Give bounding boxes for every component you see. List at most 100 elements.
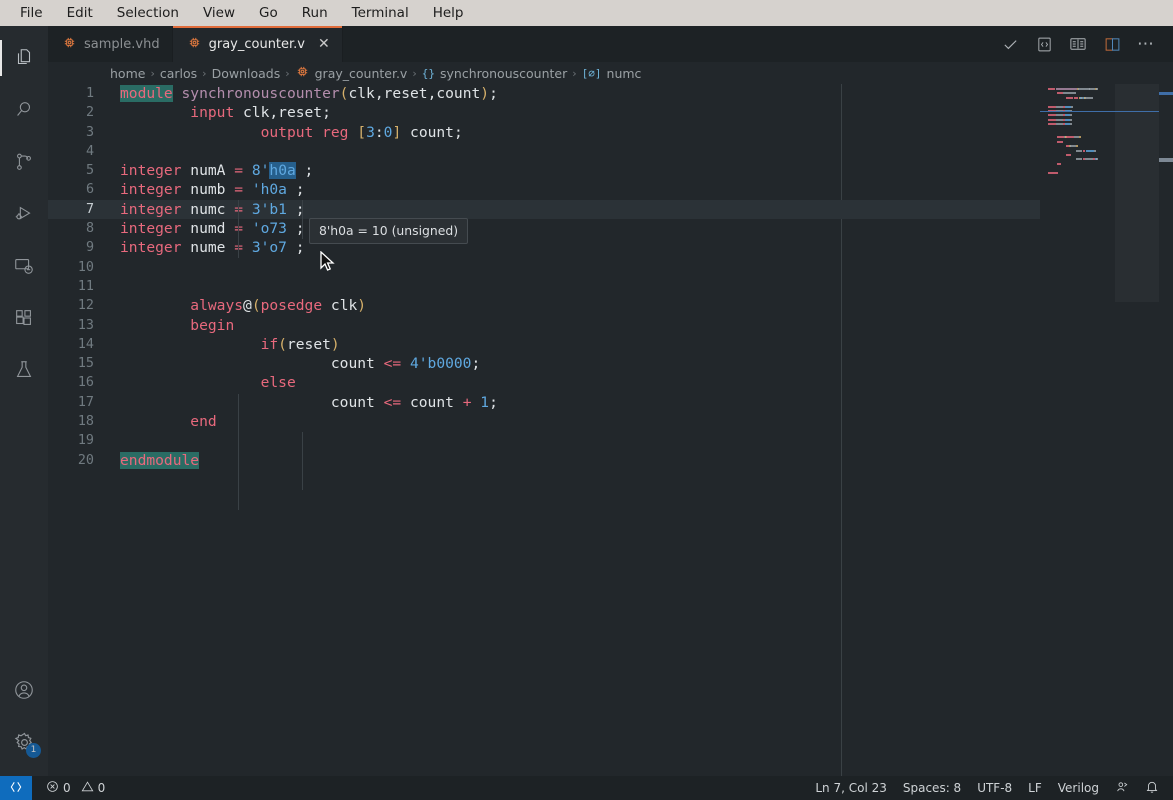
code-line[interactable]: 4 bbox=[48, 142, 1173, 161]
overview-mark bbox=[1159, 158, 1173, 162]
status-notifications[interactable] bbox=[1137, 776, 1173, 800]
code-line[interactable]: 1 module synchronouscounter(clk,reset,cou… bbox=[48, 84, 1173, 103]
menu-item-help[interactable]: Help bbox=[431, 4, 466, 22]
code-line[interactable]: 16 else bbox=[48, 373, 1173, 392]
status-feedback[interactable] bbox=[1107, 776, 1137, 800]
code-token: @ bbox=[243, 297, 252, 315]
line-number: 5 bbox=[85, 163, 94, 179]
breadcrumb-item-numc[interactable]: [⌀] numc bbox=[582, 66, 642, 81]
status-remote-indicator[interactable] bbox=[0, 776, 32, 800]
activity-item-explorer[interactable] bbox=[0, 32, 48, 84]
breadcrumb-item-carlos[interactable]: carlos bbox=[160, 66, 197, 81]
error-count: 0 bbox=[63, 781, 71, 795]
code-line[interactable]: 12 always@(posedge clk) bbox=[48, 296, 1173, 315]
activity-item-remote-explorer[interactable] bbox=[0, 240, 48, 292]
code-line[interactable]: 5 integer numA = 8'h0a ; bbox=[48, 161, 1173, 180]
code-token: reset bbox=[383, 85, 428, 102]
editor-actions: ⋯ bbox=[997, 26, 1173, 62]
status-editor-language[interactable]: Verilog bbox=[1050, 776, 1107, 800]
breadcrumb-item-home[interactable]: home bbox=[110, 66, 145, 81]
activity-item-accounts[interactable] bbox=[0, 664, 48, 716]
code-line[interactable]: 2 input clk,reset; bbox=[48, 103, 1173, 122]
line-number: 10 bbox=[77, 259, 94, 275]
tab-sample-vhd[interactable]: sample.vhd bbox=[48, 26, 173, 62]
breadcrumb-label: synchronouscounter bbox=[439, 65, 568, 81]
code-line[interactable]: 3 output reg [3:0] count; bbox=[48, 123, 1173, 142]
editor-scrollbar[interactable] bbox=[1159, 84, 1173, 776]
menu-item-view[interactable]: View bbox=[201, 4, 237, 22]
code-token: : bbox=[374, 123, 384, 141]
code-editor[interactable]: 1 module synchronouscounter(clk,reset,cou… bbox=[48, 84, 1173, 776]
code-token: numA bbox=[181, 162, 235, 180]
braces-icon: {} bbox=[421, 66, 435, 80]
code-token: ; bbox=[471, 355, 481, 373]
code-line[interactable]: 8 integer numd = 'o73 ; bbox=[48, 219, 1173, 238]
code-line[interactable]: 19 bbox=[48, 431, 1173, 450]
activity-item-run-debug[interactable] bbox=[0, 188, 48, 240]
code-line[interactable]: 9 integer nume = 3'o7 ; bbox=[48, 238, 1173, 257]
action-open-source-preview[interactable] bbox=[1031, 31, 1057, 57]
code-line[interactable]: 11 bbox=[48, 277, 1173, 296]
action-more-actions[interactable]: ⋯ bbox=[1133, 31, 1159, 57]
menu-item-selection[interactable]: Selection bbox=[115, 4, 181, 22]
action-open-preview[interactable] bbox=[1065, 31, 1091, 57]
breadcrumb-item-downloads[interactable]: Downloads bbox=[212, 66, 281, 81]
code-line[interactable]: 6 integer numb = 'h0a ; bbox=[48, 180, 1173, 199]
code-token: input bbox=[190, 104, 235, 122]
minimap[interactable] bbox=[1040, 84, 1159, 776]
code-token: numc bbox=[181, 200, 235, 218]
breadcrumb[interactable]: home › carlos › Downloads › gray_counter.v › {} s… bbox=[48, 62, 1173, 84]
minimap-line bbox=[1056, 105, 1063, 108]
code-line[interactable]: 14 if(reset) bbox=[48, 335, 1173, 354]
action-split-editor-right[interactable] bbox=[1099, 31, 1125, 57]
code-token: <= bbox=[383, 393, 402, 411]
minimap-line bbox=[1075, 145, 1078, 148]
menu-item-terminal[interactable]: Terminal bbox=[350, 4, 411, 22]
run-debug-icon bbox=[13, 203, 35, 225]
breadcrumb-item-gray-counter-v[interactable]: gray_counter.v bbox=[295, 64, 407, 82]
menu-item-file[interactable]: File bbox=[18, 4, 45, 22]
status-language-label: Verilog bbox=[1057, 781, 1099, 795]
settings-badge: 1 bbox=[26, 743, 41, 758]
tab-gray-counter-v[interactable]: gray_counter.v ✕ bbox=[172, 26, 343, 62]
code-line[interactable]: 18 end bbox=[48, 412, 1173, 431]
status-editor-indentation[interactable]: Spaces: 8 bbox=[895, 776, 969, 800]
activity-item-extensions[interactable] bbox=[0, 292, 48, 344]
line-text bbox=[120, 258, 1173, 277]
code-token: clk bbox=[322, 297, 358, 315]
status-editor-encoding[interactable]: UTF-8 bbox=[969, 776, 1020, 800]
line-text bbox=[120, 431, 1173, 450]
status-problems[interactable]: 0 0 bbox=[32, 776, 113, 800]
activity-item-source-control[interactable] bbox=[0, 136, 48, 188]
code-line[interactable]: 10 bbox=[48, 258, 1173, 277]
action-run-check[interactable] bbox=[997, 31, 1023, 57]
menu-item-go[interactable]: Go bbox=[257, 4, 280, 22]
code-line[interactable]: 20 endmodule bbox=[48, 451, 1173, 470]
activity-item-manage-settings[interactable]: 1 bbox=[0, 716, 48, 768]
status-eol-label: LF bbox=[1028, 781, 1042, 795]
status-editor-position[interactable]: Ln 7, Col 23 bbox=[807, 776, 895, 800]
chip-icon bbox=[187, 35, 202, 54]
line-number: 14 bbox=[77, 336, 94, 352]
code-token: numb bbox=[181, 181, 235, 199]
code-token: ; bbox=[286, 181, 305, 199]
code-line[interactable]: 7 integer numc = 3'b1 ; bbox=[48, 199, 1088, 220]
activity-item-testing[interactable] bbox=[0, 344, 48, 396]
code-token: else bbox=[260, 374, 296, 392]
code-line[interactable]: 15 count <= 4'b0000; bbox=[48, 354, 1173, 373]
minimap-slider[interactable] bbox=[1115, 84, 1159, 302]
code-line[interactable]: 13 begin bbox=[48, 316, 1173, 335]
menu-item-run[interactable]: Run bbox=[300, 4, 330, 22]
menu-item-edit[interactable]: Edit bbox=[65, 4, 95, 22]
activity-item-search[interactable] bbox=[0, 84, 48, 136]
breadcrumb-item-synchronouscounter[interactable]: {} synchronouscounter bbox=[422, 66, 568, 81]
code-content[interactable]: 1 module synchronouscounter(clk,reset,cou… bbox=[48, 84, 1173, 776]
minimap-line bbox=[1056, 118, 1063, 121]
code-line[interactable]: 17 count <= count + 1; bbox=[48, 393, 1173, 412]
tab-close-icon[interactable]: ✕ bbox=[318, 37, 330, 51]
status-editor-eol[interactable]: LF bbox=[1020, 776, 1050, 800]
chip-icon bbox=[295, 64, 310, 82]
